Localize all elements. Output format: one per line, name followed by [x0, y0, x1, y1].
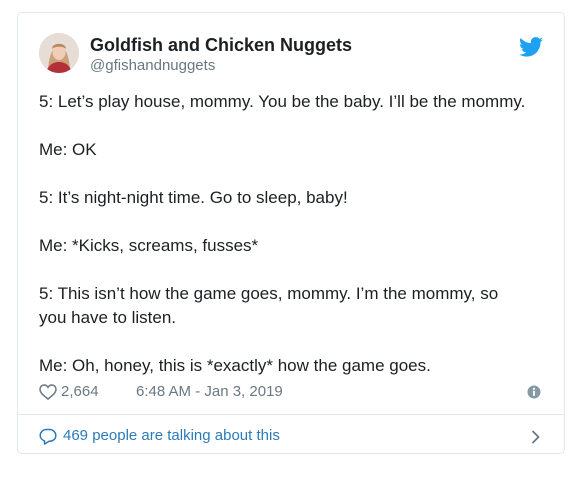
twitter-bird-icon[interactable]: [519, 37, 543, 57]
conversation-link[interactable]: 469 people are talking about this: [39, 425, 544, 447]
line-break: [39, 162, 549, 186]
tweet-text: 5: Let’s play house, mommy. You be the b…: [39, 90, 549, 378]
tweet-line: 5: This isn’t how the game goes, mommy. …: [39, 284, 499, 303]
display-name[interactable]: Goldfish and Chicken Nuggets: [90, 34, 352, 56]
line-break: [39, 330, 549, 354]
profile-photo-icon: [39, 33, 79, 73]
like-count: 2,664: [61, 383, 99, 400]
like-button[interactable]: 2,664: [39, 381, 99, 403]
tweet-meta: 2,664 6:48 AM - Jan 3, 2019: [39, 381, 544, 403]
divider: [18, 414, 564, 415]
user-handle[interactable]: @gfishandnuggets: [90, 56, 352, 76]
author-block: Goldfish and Chicken Nuggets @gfishandnu…: [90, 34, 352, 76]
timestamp-link[interactable]: 6:48 AM - Jan 3, 2019: [136, 381, 283, 403]
tweet-line: Me: *Kicks, screams, fusses*: [39, 236, 259, 255]
avatar[interactable]: [39, 33, 79, 73]
tweet-line: Me: Oh, honey, this is *exactly* how the…: [39, 356, 431, 375]
heart-icon: [39, 384, 57, 400]
tweet-line: 5: It’s night-night time. Go to sleep, b…: [39, 188, 348, 207]
speech-bubble-icon: [39, 428, 57, 445]
line-break: [39, 258, 549, 282]
tweet-line: you have to listen.: [39, 308, 177, 327]
tweet-header: Goldfish and Chicken Nuggets @gfishandnu…: [39, 33, 544, 75]
tweet-card: Goldfish and Chicken Nuggets @gfishandnu…: [17, 12, 565, 454]
conversation-count-text: 469 people are talking about this: [63, 427, 280, 444]
chevron-right-icon: [532, 430, 540, 444]
line-break: [39, 114, 549, 138]
line-break: [39, 210, 549, 234]
tweet-line: 5: Let’s play house, mommy. You be the b…: [39, 92, 526, 111]
tweet-line: Me: OK: [39, 140, 97, 159]
info-icon[interactable]: [527, 385, 541, 399]
